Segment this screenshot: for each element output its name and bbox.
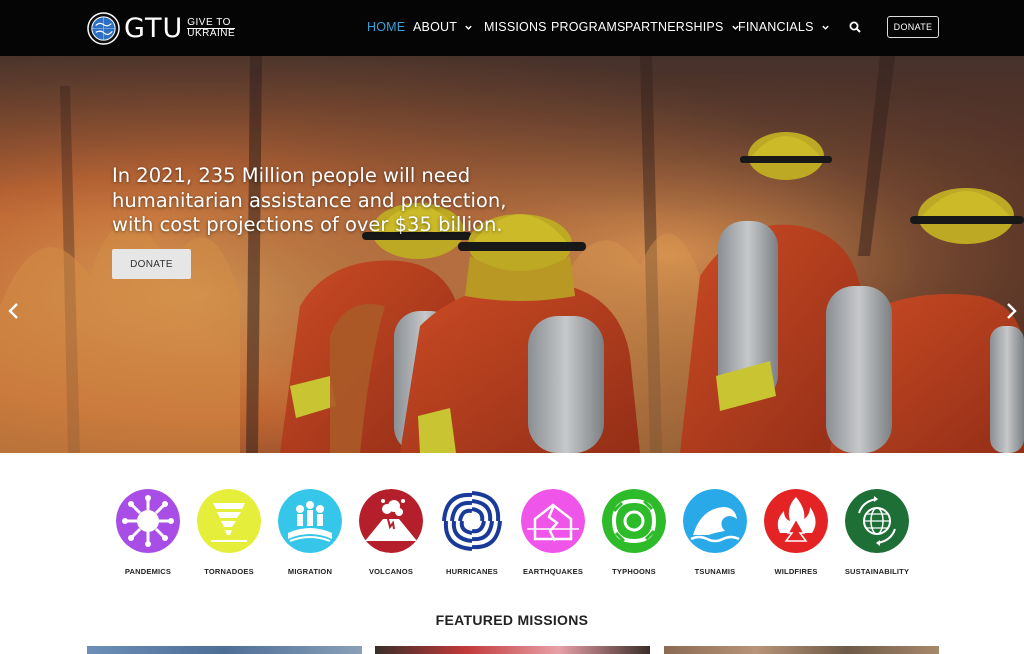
nav-programs-label: PROGRAMS [551,20,626,34]
top-navbar: GTU GIVE TO UKRAINE HOME ABOUT MISSIONS … [0,0,1024,56]
globe-logo-icon [87,11,120,45]
category-label: TYPHOONS [612,567,656,576]
chevron-left-icon[interactable] [7,302,21,320]
category-earthquakes[interactable]: EARTHQUAKES [513,489,593,576]
category-label: SUSTAINABILITY [844,567,910,576]
donate-button[interactable]: DONATE [887,16,939,38]
site-logo[interactable]: GTU GIVE TO UKRAINE [87,11,236,45]
category-hurricanes[interactable]: HURRICANES [432,489,512,576]
category-tornadoes[interactable]: TORNADOES [189,489,269,576]
wildfire-icon [764,489,828,553]
nav-financials[interactable]: FINANCIALS [738,20,830,34]
hero-donate-button[interactable]: DONATE [112,249,191,279]
category-pandemics[interactable]: PANDEMICS [108,489,188,576]
chevron-down-icon [465,25,472,30]
nav-missions[interactable]: MISSIONS [484,20,547,34]
nav-about[interactable]: ABOUT [413,20,473,34]
category-migration[interactable]: MIGRATION [270,489,350,576]
hero-headline: In 2021, 235 Million people will need hu… [112,164,507,236]
nav-about-label: ABOUT [413,20,458,34]
chevron-down-icon [821,25,829,30]
nav-home[interactable]: HOME [367,20,405,34]
category-label: TSUNAMIS [694,567,736,576]
category-tsunamis[interactable]: TSUNAMIS [675,489,755,576]
migration-icon [278,489,342,553]
virus-icon [116,489,180,553]
category-typhoons[interactable]: TYPHOONS [594,489,674,576]
mission-card-image[interactable] [375,646,650,654]
chevron-right-icon[interactable] [1004,302,1018,320]
nav-missions-label: MISSIONS [484,20,547,34]
earthquake-icon [521,489,585,553]
nav-partnerships[interactable]: PARTNERSHIPS [625,20,740,34]
category-label: MIGRATION [287,567,333,576]
featured-missions-heading: FEATURED MISSIONS [435,612,589,628]
category-label: WILDFIRES [774,567,818,576]
category-label: HURRICANES [445,567,498,576]
logo-text: GTU [124,12,184,44]
category-label: VOLCANOS [368,567,414,576]
category-wildfires[interactable]: WILDFIRES [756,489,836,576]
category-label: EARTHQUAKES [522,567,584,576]
globe-recycle-icon [845,489,909,553]
volcano-icon [359,489,423,553]
tagline-line-1: GIVE TO [187,16,231,28]
category-label: PANDEMICS [124,567,172,576]
category-label: TORNADOES [204,567,254,576]
tornado-icon [197,489,261,553]
tagline-line-2: UKRAINE [187,27,236,39]
typhoon-icon [602,489,666,553]
nav-financials-label: FINANCIALS [738,20,814,34]
mission-card-image[interactable] [87,646,362,654]
logo-tagline: GIVE TO UKRAINE [187,16,236,39]
nav-partnerships-label: PARTNERSHIPS [625,20,724,34]
hurricane-icon [440,489,504,553]
search-icon[interactable] [849,21,861,33]
disaster-categories: PANDEMICS TORNADOES MIGRATION VOLCANOS H… [0,489,1024,579]
hero-slider: In 2021, 235 Million people will need hu… [0,56,1024,453]
nav-programs[interactable]: PROGRAMS [551,20,626,34]
mission-card-image[interactable] [664,646,939,654]
nav-home-label: HOME [367,20,406,34]
category-volcanos[interactable]: VOLCANOS [351,489,431,576]
category-sustainability[interactable]: SUSTAINABILITY [837,489,917,576]
wave-icon [683,489,747,553]
